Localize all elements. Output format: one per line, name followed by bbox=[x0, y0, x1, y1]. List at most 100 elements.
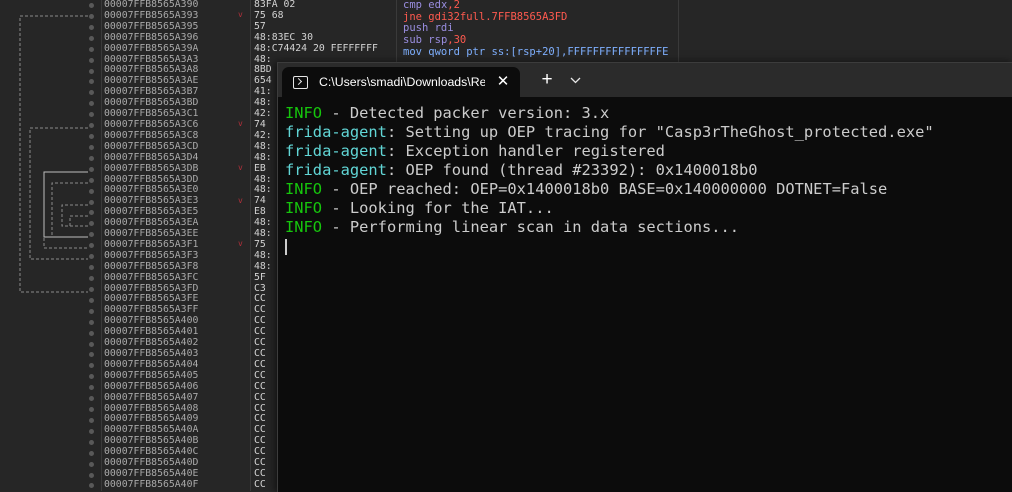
disassembly-row[interactable]: mov qword ptr ss:[rsp+20],FFFFFFFFFFFFFF… bbox=[403, 47, 673, 59]
new-tab-button[interactable]: + bbox=[536, 69, 558, 91]
address-row[interactable]: 00007FFB8565A393 bbox=[104, 11, 249, 22]
tab-dropdown-button[interactable] bbox=[563, 69, 587, 91]
address-row[interactable]: 00007FFB8565A3F8 bbox=[104, 262, 249, 273]
address-row[interactable]: 00007FFB8565A3C6 bbox=[104, 120, 249, 131]
tab-title: C:\Users\smadi\Downloads\Re bbox=[319, 75, 485, 89]
address-row[interactable]: 00007FFB8565A406 bbox=[104, 382, 249, 393]
breakpoint-dot[interactable] bbox=[89, 341, 94, 347]
address-row[interactable]: 00007FFB8565A40A bbox=[104, 425, 249, 436]
disassembly-row[interactable]: sub rsp,30 bbox=[403, 35, 673, 47]
breakpoint-dot[interactable] bbox=[89, 144, 94, 150]
address-row[interactable]: 00007FFB8565A3EE bbox=[104, 229, 249, 240]
address-row[interactable]: 00007FFB8565A407 bbox=[104, 393, 249, 404]
address-row[interactable]: 00007FFB8565A3C8 bbox=[104, 131, 249, 142]
address-row[interactable]: 00007FFB8565A3CD bbox=[104, 142, 249, 153]
address-row[interactable]: 00007FFB8565A40C bbox=[104, 447, 249, 458]
breakpoint-dot[interactable] bbox=[89, 308, 94, 314]
address-row[interactable]: 00007FFB8565A3D4 bbox=[104, 153, 249, 164]
bytes-row[interactable]: 57 bbox=[254, 22, 394, 33]
breakpoint-dot[interactable] bbox=[89, 166, 94, 172]
address-row[interactable]: 00007FFB8565A3C1 bbox=[104, 109, 249, 120]
breakpoint-dot[interactable] bbox=[89, 297, 94, 303]
breakpoint-dot[interactable] bbox=[89, 24, 94, 30]
address-row[interactable]: 00007FFB8565A3E3 bbox=[104, 196, 249, 207]
breakpoint-dot[interactable] bbox=[89, 319, 94, 325]
breakpoint-dot[interactable] bbox=[89, 472, 94, 478]
address-row[interactable]: 00007FFB8565A408 bbox=[104, 404, 249, 415]
address-row[interactable]: 00007FFB8565A3F3 bbox=[104, 251, 249, 262]
terminal-tab[interactable]: C:\Users\smadi\Downloads\Re ✕ bbox=[282, 67, 520, 97]
bytes-row[interactable]: 48:83EC 30 bbox=[254, 33, 394, 44]
breakpoint-dot[interactable] bbox=[89, 3, 94, 8]
address-row[interactable]: 00007FFB8565A3FC bbox=[104, 273, 249, 284]
address-row[interactable]: 00007FFB8565A40E bbox=[104, 469, 249, 480]
breakpoint-dot[interactable] bbox=[89, 57, 94, 63]
address-row[interactable]: 00007FFB8565A3E0 bbox=[104, 185, 249, 196]
log-prefix: frida-agent bbox=[285, 142, 387, 160]
breakpoint-dot[interactable] bbox=[89, 68, 94, 74]
address-row[interactable]: 00007FFB8565A3B7 bbox=[104, 87, 249, 98]
log-message: - Detected packer version: 3.x bbox=[322, 104, 610, 122]
tab-close-button[interactable]: ✕ bbox=[494, 73, 512, 91]
address-row[interactable]: 00007FFB8565A40D bbox=[104, 458, 249, 469]
column-separator bbox=[250, 0, 251, 491]
breakpoint-dot[interactable] bbox=[89, 276, 94, 281]
address-row[interactable]: 00007FFB8565A395 bbox=[104, 22, 249, 33]
breakpoint-dot[interactable] bbox=[89, 177, 94, 183]
address-row[interactable]: 00007FFB8565A3E5 bbox=[104, 207, 249, 218]
breakpoint-dot[interactable] bbox=[89, 461, 94, 467]
breakpoint-dot[interactable] bbox=[89, 417, 94, 423]
address-row[interactable]: 00007FFB8565A3EA bbox=[104, 218, 249, 229]
breakpoint-dot[interactable] bbox=[89, 330, 94, 336]
instruction-token: ,2 bbox=[447, 0, 460, 11]
breakpoint-dot[interactable] bbox=[89, 450, 94, 456]
terminal-output[interactable]: INFO - Detected packer version: 3.x frida… bbox=[285, 104, 1012, 255]
address-row[interactable]: 00007FFB8565A3A8 bbox=[104, 65, 249, 76]
address-row[interactable]: 00007FFB8565A3FF bbox=[104, 305, 249, 316]
breakpoint-dot[interactable] bbox=[89, 428, 94, 434]
bytes-row[interactable]: 48:C74424 20 FEFFFFFF bbox=[254, 44, 394, 55]
address-row[interactable]: 00007FFB8565A390 bbox=[104, 0, 249, 11]
address-row[interactable]: 00007FFB8565A396 bbox=[104, 33, 249, 44]
log-message: : OEP found (thread #23392): 0x1400018b0 bbox=[386, 161, 758, 179]
breakpoint-dot[interactable] bbox=[89, 407, 94, 413]
instruction-token: mov qword ptr ss:[rsp+20],FFFFFFFFFFFFFF… bbox=[403, 46, 669, 58]
address-row[interactable]: 00007FFB8565A40F bbox=[104, 480, 249, 491]
address-row[interactable]: 00007FFB8565A401 bbox=[104, 327, 249, 338]
address-row[interactable]: 00007FFB8565A3FE bbox=[104, 294, 249, 305]
disassembly-row[interactable]: jne gdi32full.7FFB8565A3FD bbox=[403, 12, 673, 24]
address-row[interactable]: 00007FFB8565A3A3 bbox=[104, 55, 249, 66]
bytes-row[interactable]: 83FA 02 bbox=[254, 0, 394, 11]
address-row[interactable]: 00007FFB8565A3AE bbox=[104, 76, 249, 87]
address-row[interactable]: 00007FFB8565A3DB bbox=[104, 164, 249, 175]
address-row[interactable]: 00007FFB8565A3FD bbox=[104, 284, 249, 295]
terminal-tab-bar: C:\Users\smadi\Downloads\Re ✕ + bbox=[278, 63, 1012, 97]
address-row[interactable]: 00007FFB8565A3F1 bbox=[104, 240, 249, 251]
breakpoint-dot[interactable] bbox=[89, 188, 94, 194]
chevron-down-icon bbox=[570, 77, 580, 83]
bytes-row[interactable]: 75 68 bbox=[254, 11, 394, 22]
address-row[interactable]: 00007FFB8565A403 bbox=[104, 349, 249, 360]
disassembly-row[interactable]: cmp edx,2 bbox=[403, 0, 673, 12]
breakpoint-dot[interactable] bbox=[89, 35, 94, 41]
instruction-token: jne bbox=[403, 11, 429, 23]
address-row[interactable]: 00007FFB8565A39A bbox=[104, 44, 249, 55]
address-row[interactable]: 00007FFB8565A402 bbox=[104, 338, 249, 349]
address-row[interactable]: 00007FFB8565A409 bbox=[104, 414, 249, 425]
breakpoint-dot[interactable] bbox=[89, 286, 94, 292]
breakpoint-dot[interactable] bbox=[89, 13, 94, 19]
address-row[interactable]: 00007FFB8565A404 bbox=[104, 360, 249, 371]
log-message: : Setting up OEP tracing for "Casp3rTheG… bbox=[386, 123, 934, 141]
address-row[interactable]: 00007FFB8565A3BD bbox=[104, 98, 249, 109]
address-row[interactable]: 00007FFB8565A40B bbox=[104, 436, 249, 447]
address-row[interactable]: 00007FFB8565A400 bbox=[104, 316, 249, 327]
address-row[interactable]: 00007FFB8565A3DD bbox=[104, 175, 249, 186]
breakpoint-dot[interactable] bbox=[89, 46, 94, 52]
disassembly-row[interactable]: push rdi bbox=[403, 23, 673, 35]
breakpoint-dot[interactable] bbox=[89, 199, 94, 205]
address-row[interactable]: 00007FFB8565A405 bbox=[104, 371, 249, 382]
breakpoint-dot[interactable] bbox=[89, 155, 94, 161]
breakpoint-dot[interactable] bbox=[89, 439, 94, 445]
text-cursor bbox=[285, 239, 287, 255]
breakpoint-dot[interactable] bbox=[89, 134, 94, 140]
